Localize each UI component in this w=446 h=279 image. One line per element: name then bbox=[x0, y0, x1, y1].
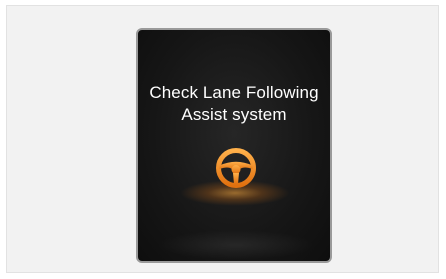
instrument-cluster-display: Check Lane Following Assist system bbox=[136, 28, 332, 263]
steering-wheel-icon bbox=[216, 148, 256, 188]
warning-message-line-1: Check Lane Following bbox=[149, 83, 319, 102]
warning-message-line-2: Assist system bbox=[181, 105, 287, 124]
display-ambient-glow bbox=[158, 230, 314, 260]
illustration-frame: Check Lane Following Assist system bbox=[6, 5, 439, 273]
